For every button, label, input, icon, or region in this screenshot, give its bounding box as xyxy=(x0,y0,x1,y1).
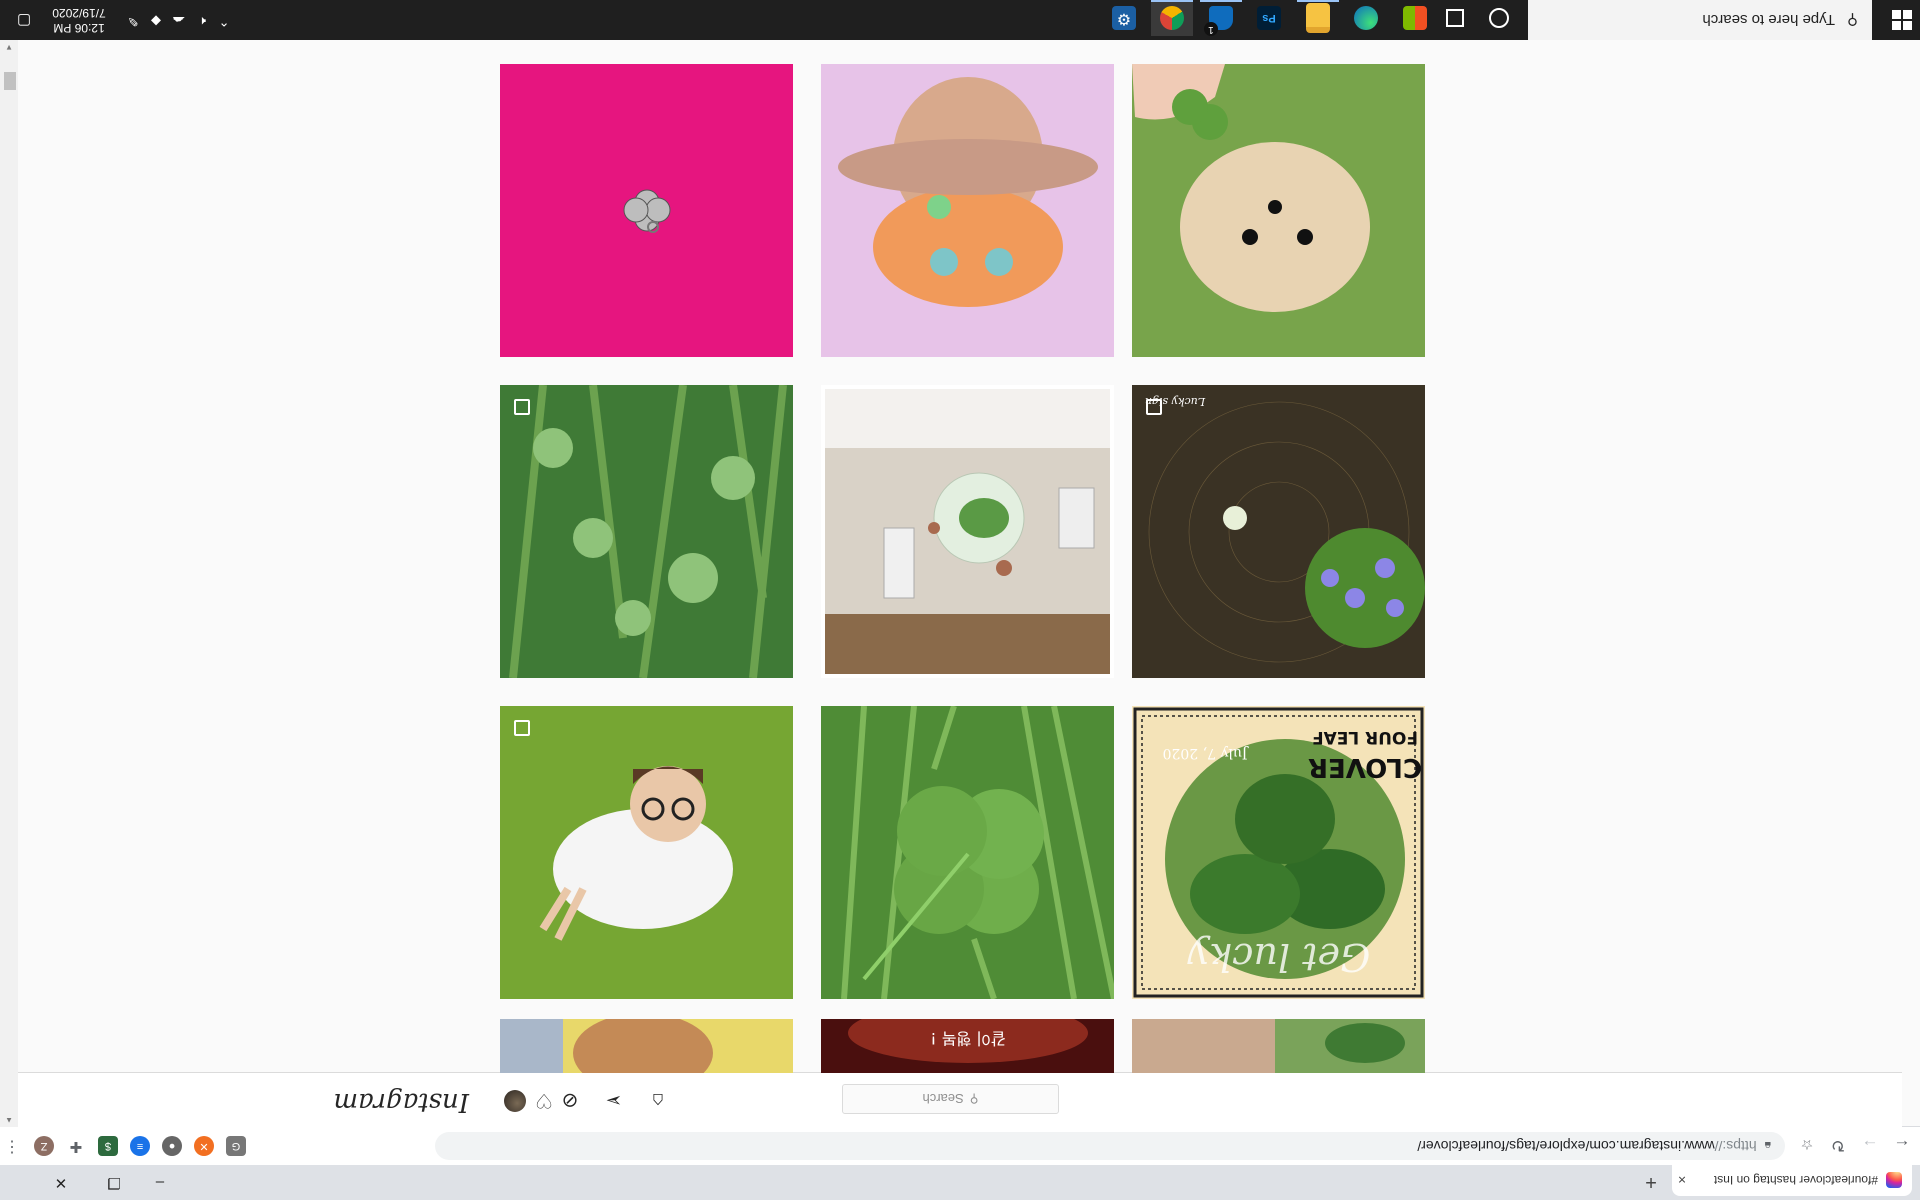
extension-g-icon[interactable]: G xyxy=(226,1136,246,1156)
windows-start-icon[interactable] xyxy=(1892,10,1912,30)
reload-icon[interactable]: ↻ xyxy=(1826,1133,1850,1157)
scroll-down-arrow-icon[interactable]: ▼ xyxy=(0,40,18,54)
close-window-button[interactable]: ✕ xyxy=(31,1165,91,1200)
activity-icon[interactable]: ♡ xyxy=(531,1087,557,1113)
settings-icon[interactable]: ⚙ xyxy=(1103,0,1145,36)
scrollbar-thumb[interactable] xyxy=(4,72,16,90)
card-title-fourleaf: FOUR LEAF xyxy=(1312,727,1418,747)
home-icon[interactable]: ⌂ xyxy=(645,1087,671,1113)
direct-icon[interactable]: ➢ xyxy=(601,1087,627,1113)
profile-avatar[interactable]: Z xyxy=(34,1136,54,1156)
url-scheme: https:// xyxy=(1714,1138,1757,1154)
clock-date: 7/19/2020 xyxy=(52,6,106,20)
multi-post-icon xyxy=(514,399,530,415)
post-image xyxy=(821,64,1114,357)
clock-time: 12:06 PM xyxy=(53,21,105,35)
page-scrollbar[interactable] xyxy=(0,40,18,1127)
speaker-icon[interactable]: 🔈︎ xyxy=(192,13,212,29)
lock-icon: 🔒︎ xyxy=(1764,1139,1771,1154)
multi-post-icon xyxy=(514,720,530,736)
action-center-icon[interactable]: ▢ xyxy=(14,12,34,30)
card-script-text: Get lucky xyxy=(1187,935,1370,979)
post-tile[interactable] xyxy=(500,706,793,999)
file-explorer-icon[interactable] xyxy=(1297,0,1339,36)
explore-icon[interactable]: ⊘ xyxy=(557,1087,583,1113)
card-date-text: July 7, 2020 xyxy=(1163,745,1250,761)
notification-badge: 1 xyxy=(1204,22,1218,36)
tab-title: #fourleafclover hashtag on Inst xyxy=(1713,1173,1878,1188)
tray-chevron-icon[interactable]: ⌃ xyxy=(214,13,234,29)
post-image: Get lucky July 7, 2020 CLOVER FOUR LEAF xyxy=(1132,706,1425,999)
chrome-icon[interactable] xyxy=(1151,0,1193,36)
search-placeholder: Search xyxy=(922,1091,964,1107)
taskbar-search-placeholder: Type here to search xyxy=(1702,11,1835,29)
taskbar-search-input[interactable]: ⚲ Type here to search xyxy=(1528,0,1872,40)
profile-avatar-icon[interactable] xyxy=(504,1090,526,1112)
search-input[interactable]: ⚲ Search xyxy=(842,1084,1059,1114)
post-tile[interactable] xyxy=(821,385,1114,678)
task-view-icon[interactable] xyxy=(1434,0,1476,36)
address-bar[interactable]: 🔒︎ https:// www.instagram.com/explore/ta… xyxy=(435,1132,1785,1160)
back-icon[interactable]: ← xyxy=(1890,1133,1914,1157)
search-icon: ⚲ xyxy=(969,1092,979,1106)
post-overlay-text: 같이 행복 ! xyxy=(930,1029,1005,1048)
extension-x-icon[interactable]: ✕ xyxy=(194,1136,214,1156)
edge-icon[interactable] xyxy=(1345,0,1387,36)
windows-logo-icon xyxy=(1892,10,1912,30)
forward-icon[interactable]: → xyxy=(1858,1133,1882,1157)
post-image: 같이 행복 ! xyxy=(821,1019,1114,1073)
instagram-favicon-icon xyxy=(1886,1172,1902,1189)
url-path: www.instagram.com/explore/tags/fourleafc… xyxy=(1417,1138,1715,1154)
tab-instagram[interactable]: #fourleafclover hashtag on Inst × xyxy=(1672,1165,1912,1196)
post-tile[interactable]: 같이 행복 ! xyxy=(821,1019,1114,1073)
chrome-menu-icon[interactable]: ⋮ xyxy=(2,1136,22,1156)
multi-post-icon xyxy=(1146,399,1162,415)
restore-button[interactable]: ❐ xyxy=(91,1165,137,1200)
bookmark-icon[interactable]: ☆ xyxy=(1795,1133,1819,1157)
post-tile[interactable] xyxy=(1132,64,1425,357)
post-image xyxy=(1132,1019,1425,1073)
post-image xyxy=(500,64,793,357)
card-title-clover: CLOVER xyxy=(1308,752,1422,782)
post-tile[interactable] xyxy=(500,1019,793,1073)
instagram-logo[interactable]: Instagram xyxy=(333,1087,469,1117)
post-tile[interactable] xyxy=(821,706,1114,999)
onedrive-icon[interactable]: 1 xyxy=(1200,0,1242,36)
post-tile[interactable]: Lucky sign xyxy=(1132,385,1425,678)
extension-money-icon[interactable]: $ xyxy=(98,1136,118,1156)
onedrive-tray-icon[interactable]: ☁ xyxy=(169,13,189,29)
post-tile[interactable] xyxy=(500,385,793,678)
windows-taskbar: ⚲ Type here to search Ps 1 ⚙ ⌃ 🔈︎ ☁ ◆ ✎ … xyxy=(0,0,1920,40)
post-tile[interactable] xyxy=(500,64,793,357)
post-image xyxy=(500,1019,793,1073)
new-tab-button[interactable]: + xyxy=(1638,1170,1664,1194)
post-image: Lucky sign xyxy=(1132,385,1425,678)
tab-strip: #fourleafclover hashtag on Inst × + – ❐ … xyxy=(0,1165,1920,1200)
post-tile[interactable]: Get lucky July 7, 2020 CLOVER FOUR LEAF xyxy=(1132,706,1425,999)
search-icon: ⚲ xyxy=(1847,11,1858,28)
extensions-puzzle-icon[interactable]: ✚ xyxy=(66,1136,86,1156)
scroll-up-arrow-icon[interactable]: ▲ xyxy=(0,1113,18,1127)
post-image xyxy=(500,385,793,678)
extension-blue-icon[interactable]: ≡ xyxy=(130,1136,150,1156)
tab-close-icon[interactable]: × xyxy=(1672,1173,1692,1189)
store-icon[interactable] xyxy=(1394,0,1436,36)
extension-circle-icon[interactable]: ● xyxy=(162,1136,182,1156)
post-image xyxy=(821,706,1114,999)
taskbar-clock[interactable]: 12:06 PM 7/19/2020 xyxy=(47,5,111,35)
post-tile[interactable] xyxy=(821,64,1114,357)
browser-toolbar: ← → ↻ ☆ 🔒︎ https:// www.instagram.com/ex… xyxy=(0,1126,1920,1165)
post-image xyxy=(821,385,1114,678)
post-tile[interactable] xyxy=(1132,1019,1425,1073)
dropbox-icon[interactable]: ◆ xyxy=(146,13,166,29)
cortana-icon[interactable] xyxy=(1478,0,1520,36)
post-image xyxy=(1132,64,1425,357)
pen-icon[interactable]: ✎ xyxy=(123,13,143,29)
instagram-header: Instagram ⚲ Search ⌂ ➢ ⊘ ♡ xyxy=(0,1072,1902,1127)
post-image xyxy=(500,706,793,999)
photoshop-icon[interactable]: Ps xyxy=(1248,0,1290,36)
screen: #fourleafclover hashtag on Inst × + – ❐ … xyxy=(0,0,1920,1200)
minimize-button[interactable]: – xyxy=(137,1165,183,1200)
